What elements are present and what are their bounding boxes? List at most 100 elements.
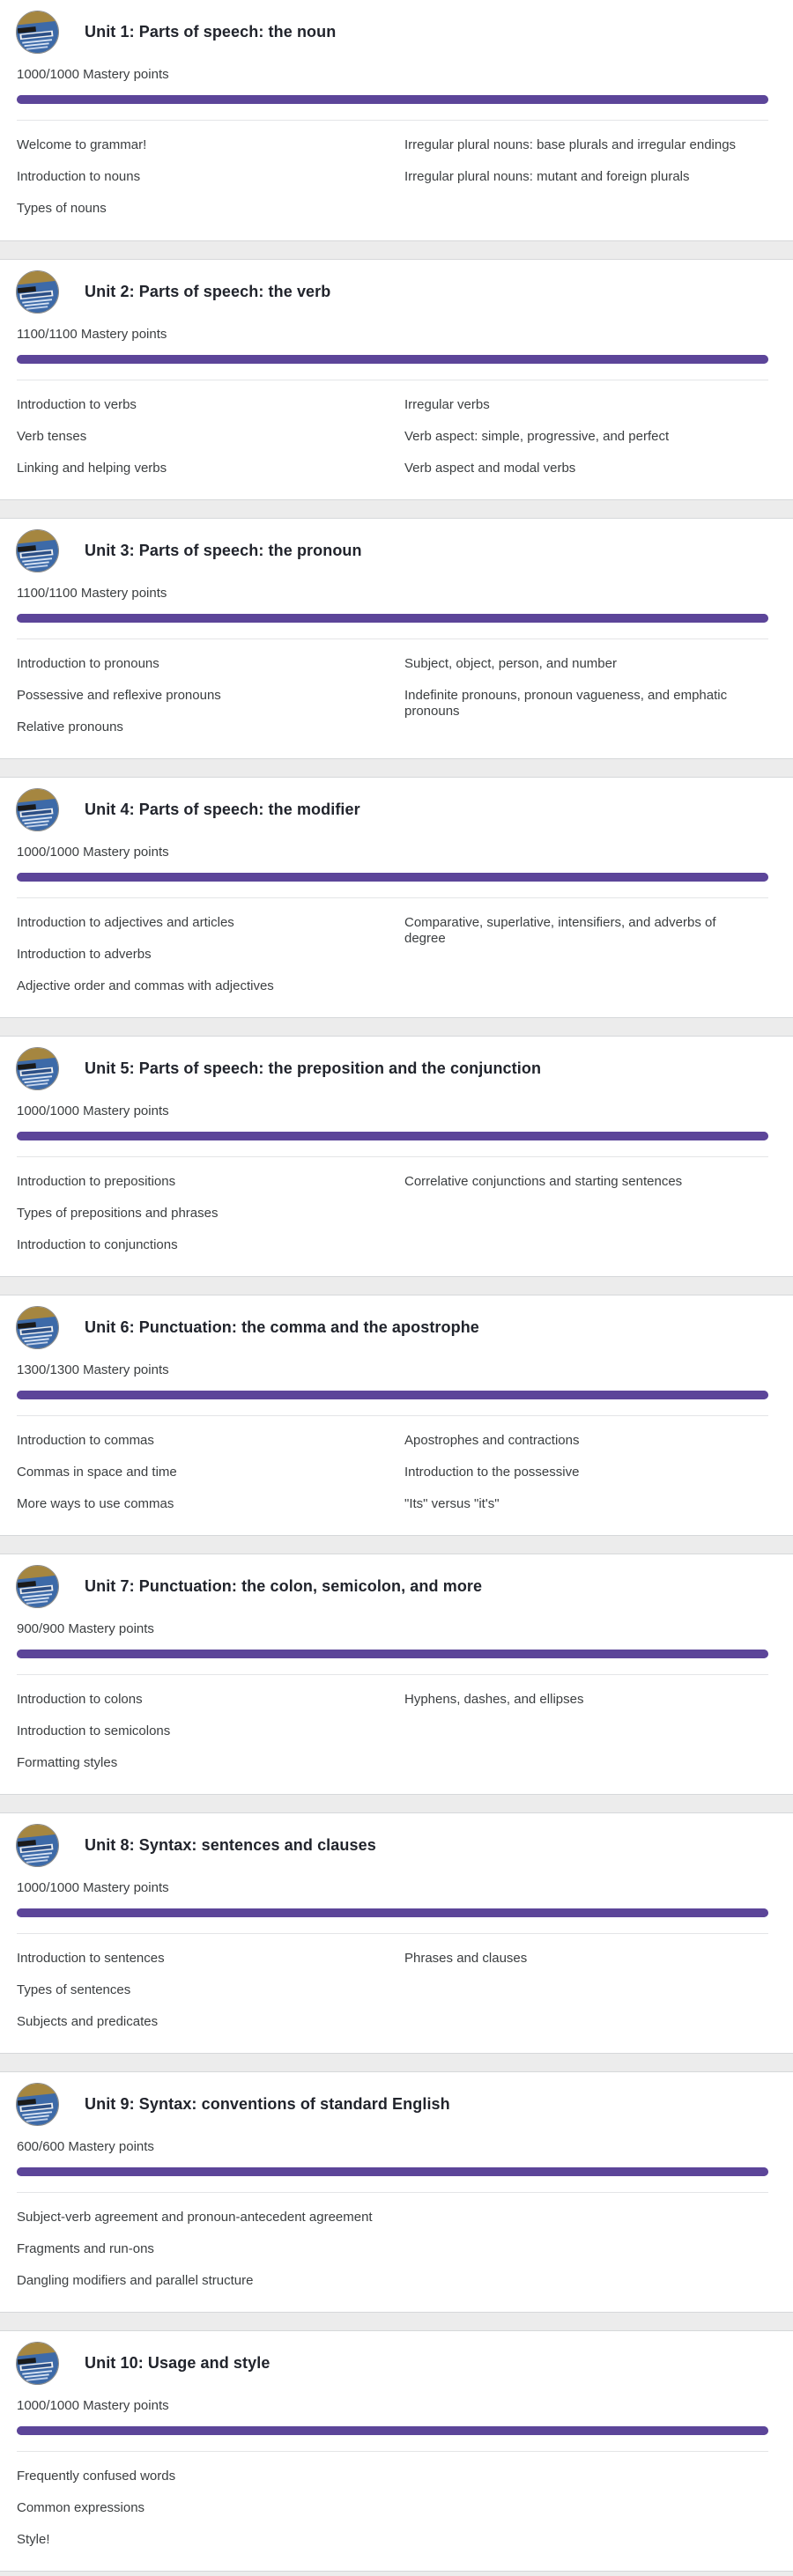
lesson-link[interactable]: Style!: [17, 2532, 404, 2548]
lesson-list: Welcome to grammar! Introduction to nouns…: [0, 121, 793, 233]
grammar-book-icon[interactable]: [16, 269, 59, 314]
lesson-column-right: Comparative, superlative, intensifiers, …: [404, 915, 774, 1010]
lesson-list: Introduction to adjectives and articles I…: [0, 898, 793, 1010]
unit-title[interactable]: Unit 10: Usage and style: [85, 2354, 270, 2373]
lesson-link[interactable]: More ways to use commas: [17, 1496, 404, 1512]
lesson-link[interactable]: Indefinite pronouns, pronoun vagueness, …: [404, 688, 774, 720]
lesson-list: Subject-verb agreement and pronoun-antec…: [0, 2193, 793, 2305]
mastery-points: 1000/1000 Mastery points: [17, 2398, 169, 2413]
lesson-link[interactable]: Introduction to sentences: [17, 1951, 404, 1967]
unit-card-5: Unit 5: Parts of speech: the preposition…: [0, 1036, 793, 1277]
lesson-link[interactable]: Introduction to conjunctions: [17, 1237, 404, 1253]
lesson-column-left: Introduction to colons Introduction to se…: [17, 1692, 404, 1787]
lesson-link[interactable]: Relative pronouns: [17, 720, 404, 735]
mastery-progress-fill: [17, 2167, 768, 2176]
lesson-link[interactable]: Linking and helping verbs: [17, 461, 404, 476]
unit-header: Unit 6: Punctuation: the comma and the a…: [0, 1295, 793, 1352]
course-units-page: Unit 1: Parts of speech: the noun 1000/1…: [0, 0, 793, 2576]
grammar-book-icon[interactable]: [16, 10, 59, 54]
lesson-link[interactable]: Apostrophes and contractions: [404, 1433, 774, 1449]
mastery-progress-fill: [17, 1908, 768, 1917]
lesson-link[interactable]: Irregular verbs: [404, 397, 774, 413]
mastery-progress-fill: [17, 1391, 768, 1399]
unit-card-8: Unit 8: Syntax: sentences and clauses 10…: [0, 1812, 793, 2054]
unit-card-3: Unit 3: Parts of speech: the pronoun 110…: [0, 518, 793, 759]
lesson-column-right: Apostrophes and contractions Introduction…: [404, 1433, 774, 1528]
lesson-column-left: Introduction to adjectives and articles I…: [17, 915, 404, 1010]
mastery-points: 1000/1000 Mastery points: [17, 1103, 169, 1118]
lesson-link[interactable]: Introduction to commas: [17, 1433, 404, 1449]
lesson-column-left: Introduction to commas Commas in space an…: [17, 1433, 404, 1528]
unit-header: Unit 5: Parts of speech: the preposition…: [0, 1037, 793, 1093]
mastery-progress-bar: [17, 1132, 768, 1140]
lesson-link[interactable]: Introduction to adverbs: [17, 947, 404, 963]
lesson-link[interactable]: Introduction to the possessive: [404, 1465, 774, 1480]
unit-title[interactable]: Unit 3: Parts of speech: the pronoun: [85, 542, 362, 560]
mastery-points: 1000/1000 Mastery points: [17, 67, 169, 82]
unit-header: Unit 8: Syntax: sentences and clauses: [0, 1813, 793, 1870]
mastery-progress-bar: [17, 2426, 768, 2435]
unit-title[interactable]: Unit 5: Parts of speech: the preposition…: [85, 1059, 541, 1078]
lesson-link[interactable]: Verb aspect: simple, progressive, and pe…: [404, 429, 774, 445]
grammar-book-icon[interactable]: [16, 1305, 59, 1349]
lesson-link[interactable]: "Its" versus "it's": [404, 1496, 774, 1512]
lesson-column-left: Subject-verb agreement and pronoun-antec…: [17, 2210, 404, 2305]
lesson-link[interactable]: Introduction to semicolons: [17, 1723, 404, 1739]
lesson-link[interactable]: Verb aspect and modal verbs: [404, 461, 774, 476]
unit-title[interactable]: Unit 7: Punctuation: the colon, semicolo…: [85, 1577, 482, 1596]
lesson-link[interactable]: Introduction to prepositions: [17, 1174, 404, 1190]
lesson-link[interactable]: Phrases and clauses: [404, 1951, 774, 1967]
lesson-list: Introduction to colons Introduction to se…: [0, 1675, 793, 1787]
lesson-link[interactable]: Formatting styles: [17, 1755, 404, 1771]
lesson-link[interactable]: Dangling modifiers and parallel structur…: [17, 2273, 404, 2289]
lesson-link[interactable]: Adjective order and commas with adjectiv…: [17, 978, 404, 994]
lesson-link[interactable]: Welcome to grammar!: [17, 137, 404, 153]
mastery-progress-fill: [17, 614, 768, 623]
unit-card-4: Unit 4: Parts of speech: the modifier 10…: [0, 777, 793, 1018]
lesson-link[interactable]: Subjects and predicates: [17, 2014, 404, 2030]
lesson-link[interactable]: Introduction to adjectives and articles: [17, 915, 404, 931]
grammar-book-icon[interactable]: [16, 528, 59, 572]
grammar-book-icon[interactable]: [16, 1823, 59, 1867]
unit-title[interactable]: Unit 6: Punctuation: the comma and the a…: [85, 1318, 479, 1337]
lesson-column-right: Phrases and clauses: [404, 1951, 774, 2046]
lesson-link[interactable]: Verb tenses: [17, 429, 404, 445]
grammar-book-icon[interactable]: [16, 2341, 59, 2385]
lesson-link[interactable]: Possessive and reflexive pronouns: [17, 688, 404, 704]
lesson-link[interactable]: Types of nouns: [17, 201, 404, 217]
lesson-link[interactable]: Subject, object, person, and number: [404, 656, 774, 672]
lesson-column-right: Correlative conjunctions and starting se…: [404, 1174, 774, 1269]
lesson-link[interactable]: Introduction to colons: [17, 1692, 404, 1708]
lesson-link[interactable]: Irregular plural nouns: base plurals and…: [404, 137, 774, 153]
unit-card-9: Unit 9: Syntax: conventions of standard …: [0, 2071, 793, 2313]
unit-title[interactable]: Unit 1: Parts of speech: the noun: [85, 23, 336, 41]
unit-title[interactable]: Unit 2: Parts of speech: the verb: [85, 283, 330, 301]
lesson-link[interactable]: Introduction to nouns: [17, 169, 404, 185]
unit-title[interactable]: Unit 9: Syntax: conventions of standard …: [85, 2095, 450, 2114]
lesson-link[interactable]: Introduction to verbs: [17, 397, 404, 413]
mastery-progress-bar: [17, 1391, 768, 1399]
lesson-link[interactable]: Introduction to pronouns: [17, 656, 404, 672]
lesson-link[interactable]: Irregular plural nouns: mutant and forei…: [404, 169, 774, 185]
lesson-link[interactable]: Correlative conjunctions and starting se…: [404, 1174, 774, 1190]
grammar-book-icon[interactable]: [16, 787, 59, 831]
lesson-link[interactable]: Fragments and run-ons: [17, 2241, 404, 2257]
lesson-link[interactable]: Comparative, superlative, intensifiers, …: [404, 915, 774, 947]
lesson-link[interactable]: Hyphens, dashes, and ellipses: [404, 1692, 774, 1708]
lesson-column-left: Frequently confused words Common expressi…: [17, 2469, 404, 2564]
grammar-book-icon[interactable]: [16, 1046, 59, 1090]
unit-title[interactable]: Unit 4: Parts of speech: the modifier: [85, 801, 360, 819]
mastery-progress-fill: [17, 355, 768, 364]
lesson-link[interactable]: Common expressions: [17, 2500, 404, 2516]
lesson-link[interactable]: Types of sentences: [17, 1982, 404, 1998]
grammar-book-icon[interactable]: [16, 2082, 59, 2126]
lesson-link[interactable]: Types of prepositions and phrases: [17, 1206, 404, 1222]
lesson-link[interactable]: Commas in space and time: [17, 1465, 404, 1480]
unit-title[interactable]: Unit 8: Syntax: sentences and clauses: [85, 1836, 376, 1855]
lesson-link[interactable]: Frequently confused words: [17, 2469, 404, 2484]
mastery-progress-bar: [17, 614, 768, 623]
mastery-points: 1100/1100 Mastery points: [17, 586, 167, 601]
grammar-book-icon[interactable]: [16, 1564, 59, 1608]
lesson-list: Introduction to commas Commas in space an…: [0, 1416, 793, 1528]
lesson-link[interactable]: Subject-verb agreement and pronoun-antec…: [17, 2210, 404, 2225]
